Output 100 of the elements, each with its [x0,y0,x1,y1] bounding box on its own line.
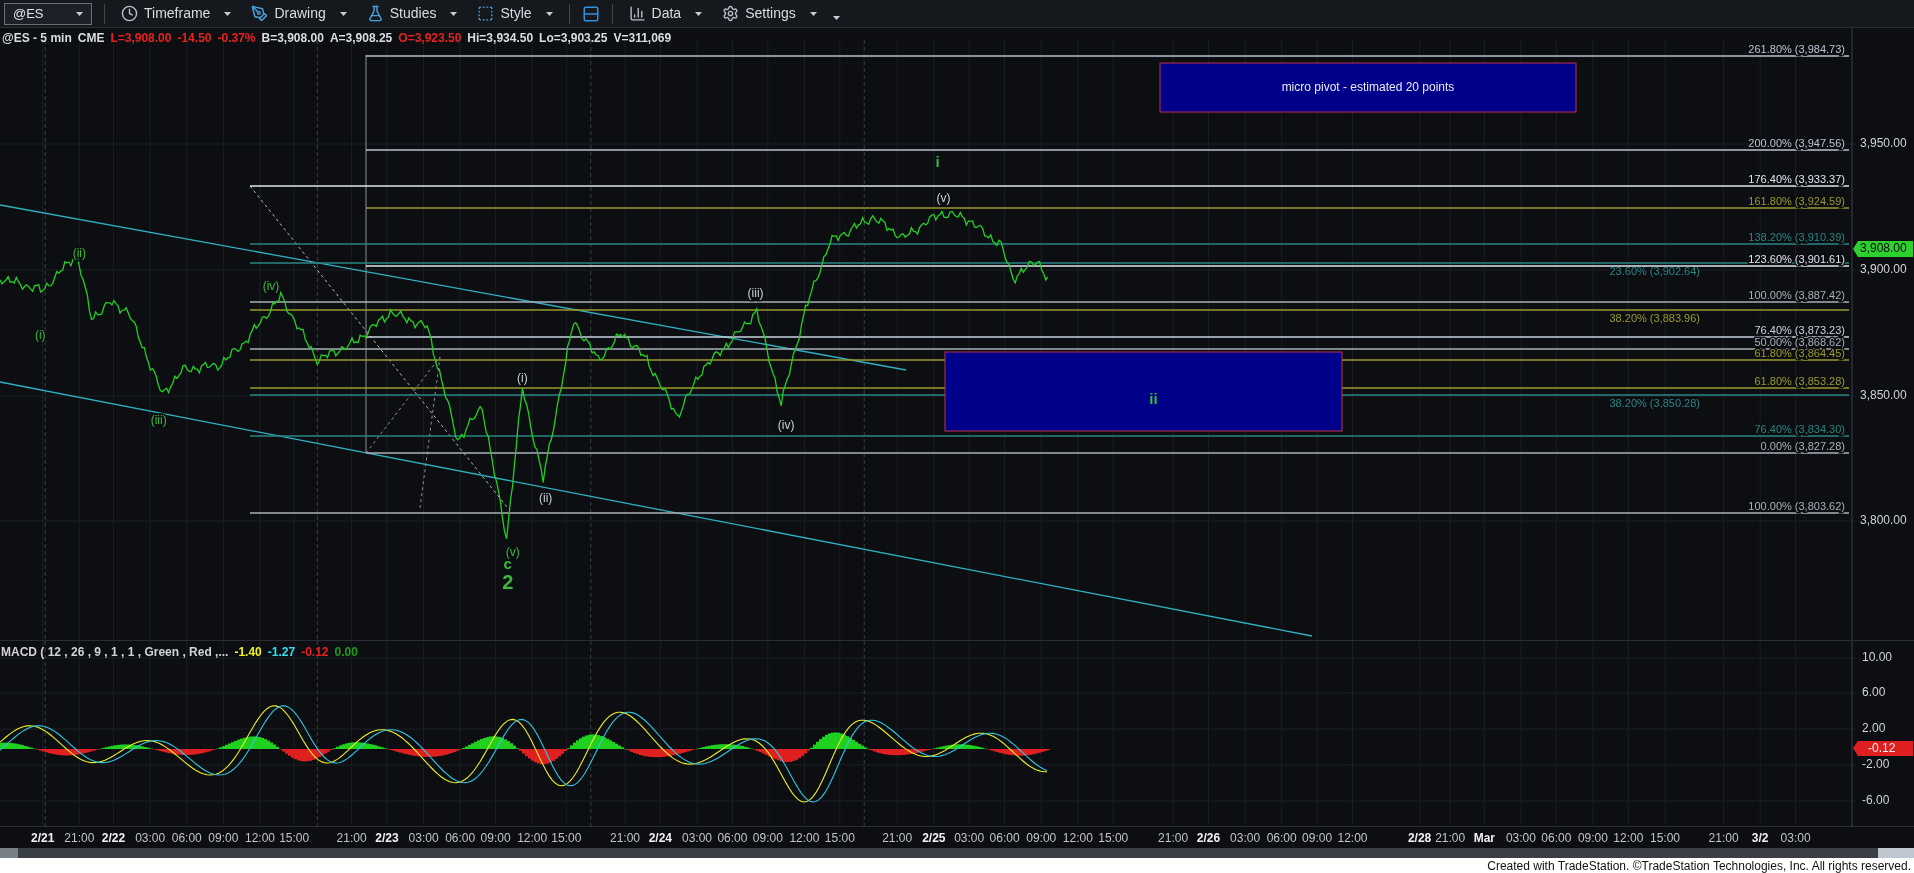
quote-field: -0.37% [217,29,256,47]
fib-level-label: 38.20% (3,850.28) [1609,397,1700,409]
quote-field: A=3,908.25 [329,29,393,47]
toolbar-menu-button[interactable]: Studies [362,3,462,24]
time-axis-label: 03:00 [1780,831,1811,846]
time-axis-label: 03:00 [1230,831,1261,846]
time-axis-label: 06:00 [171,831,202,846]
time-axis-label: 21:00 [1708,831,1739,846]
time-axis-label: 15:00 [279,831,310,846]
symbol-dropdown[interactable]: @ES [4,2,92,25]
macd-axis-label: -6.00 [1862,793,1890,808]
fib-level-label: 76.40% (3,834.30) [1754,423,1845,435]
time-axis-label: 09:00 [1302,831,1333,846]
macd-value: -1.40 [234,644,262,661]
time-axis-label: 21:00 [882,831,913,846]
time-axis-label: 06:00 [1266,831,1297,846]
fib-level-label: 176.40% (3,933.37) [1748,173,1845,185]
wave-label: (v) [936,191,951,206]
quote-field: B=3,908.00 [261,29,324,47]
time-axis-label: 15:00 [1649,831,1680,846]
wave-label: (i) [34,327,46,342]
wave-label: (ii) [538,491,553,506]
time-axis-label: 2/28 [1407,831,1432,846]
time-axis-label: 03:00 [408,831,439,846]
last-price-badge: 3,908.00 [1853,241,1913,257]
time-axis-label: 21:00 [336,831,367,846]
price-axis-label: 3,900.00 [1860,262,1907,277]
time-axis-label: 2/23 [375,831,399,846]
fib-level-label: 200.00% (3,947.56) [1748,137,1845,149]
time-axis-label: 3/2 [1751,831,1769,846]
price-axis-label: 3,850.00 [1860,388,1907,403]
quote-field: L=3,908.00 [110,29,172,47]
time-axis-label: 2/25 [922,831,946,846]
fib-level-label: 50.00% (3,868.62) [1754,336,1845,348]
macd-value-badge: -0.12 [1853,741,1913,756]
time-axis-label: 15:00 [551,831,582,846]
copyright-notice: Created with TradeStation. ©TradeStation Technologies, Inc. All rights reserved. [1487,859,1911,872]
time-axis-label: 2/24 [648,831,673,846]
time-axis-label: 12:00 [1062,831,1093,846]
wave-label: (iv) [777,418,795,433]
macd-value: 0.00 [334,644,358,661]
time-axis-label: 21:00 [609,831,640,846]
time-axis-label: 12:00 [1337,831,1368,846]
time-axis-label: 03:00 [954,831,985,846]
fib-level-label: 38.20% (3,883.96) [1609,312,1700,324]
time-axis-label: 12:00 [789,831,820,846]
time-axis-label: 2/22 [101,831,126,846]
time-axis-label: 12:00 [245,831,275,846]
time-axis-label: 21:00 [1158,831,1189,846]
time-axis-label: 09:00 [208,831,239,846]
quote-field: V=311,069 [613,29,672,47]
wave-label: ii [1149,390,1158,408]
fib-level-label: 138.20% (3,910.39) [1748,231,1845,243]
time-axis-label: 03:00 [135,831,166,846]
fib-level-label: 0.00% (3,827.28) [1760,440,1845,452]
price-axis-label: 3,800.00 [1860,513,1907,528]
macd-axis-label: -2.00 [1862,757,1890,772]
wave-label: (iii) [747,286,764,301]
quote-field: @ES - 5 min [2,29,72,47]
toolbar-menu-button[interactable]: Style [473,3,557,24]
fib-level-label: 61.80% (3,853.28) [1754,375,1845,387]
time-axis-label: 09:00 [752,831,783,846]
toolbar-menu-button[interactable]: Timeframe [117,3,236,24]
toolbar-menu-button[interactable]: Drawing [247,3,351,24]
time-axis-label: 09:00 [480,831,511,846]
fib-level-label: 123.60% (3,901.61) [1748,253,1845,265]
wave-label: 2 [502,570,514,593]
quote-field: Lo=3,903.25 [539,29,608,47]
time-axis-label: Mar [1473,831,1495,846]
time-axis-label: 2/21 [31,831,55,846]
fib-level-label: 23.60% (3,902.64) [1609,265,1700,277]
wave-label: (iv) [262,278,280,293]
time-axis-label: 09:00 [1026,831,1057,846]
time-axis-label: 21:00 [64,831,95,846]
quote-field: Hi=3,934.50 [467,29,534,47]
price-axis-label: 3,950.00 [1860,136,1907,151]
time-axis-label: 2/26 [1196,831,1221,846]
time-axis-label: 15:00 [824,831,855,846]
wave-label: (i) [517,370,528,385]
time-axis-label: 21:00 [1435,831,1466,846]
time-axis-label: 12:00 [1613,831,1644,846]
macd-axis-label: 6.00 [1862,685,1886,700]
macd-axis-label: 2.00 [1862,721,1886,736]
fib-level-label: 100.00% (3,887.42) [1748,289,1845,301]
fib-level-label: 261.80% (3,984.73) [1748,43,1845,55]
time-axis-label: 06:00 [989,831,1020,846]
fib-level-label: 100.00% (3,803.62) [1748,500,1845,512]
time-axis-label: 03:00 [1505,831,1536,846]
quote-field: O=3,923.50 [398,29,462,47]
time-axis-label: 06:00 [445,831,476,846]
time-axis-label: 06:00 [717,831,748,846]
fib-level-label: 76.40% (3,873.23) [1754,324,1845,336]
toolbar-menu-button[interactable]: Data [624,3,707,24]
macd-value: -0.12 [301,644,329,661]
quote-field: CME [77,29,105,47]
wave-label: (ii) [72,246,86,260]
fib-level-label: 161.80% (3,924.59) [1748,195,1845,207]
time-axis-label: 06:00 [1541,831,1572,846]
toolbar-menu-button[interactable]: Settings [718,3,821,24]
quote-field: -14.50 [177,29,212,47]
